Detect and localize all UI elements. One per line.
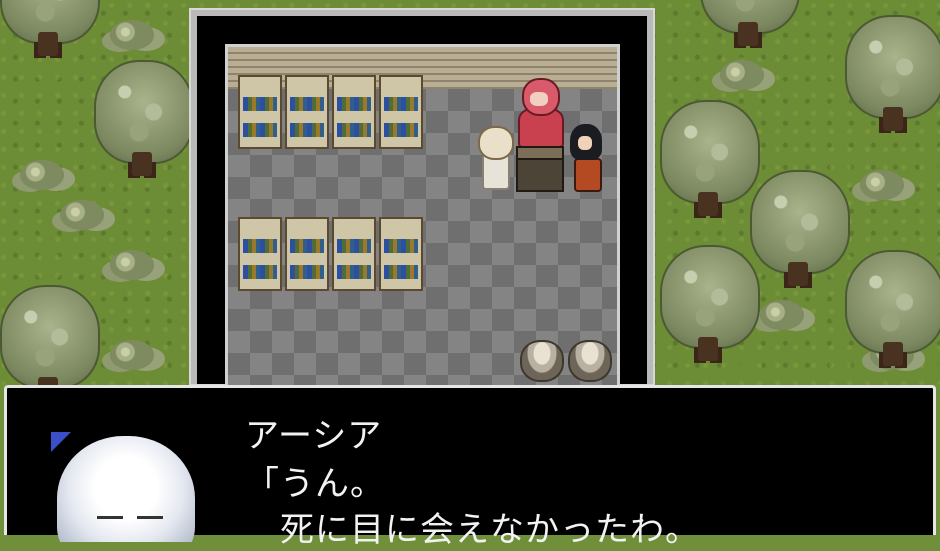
bush-icon [110,20,154,50]
bush-icon [110,340,154,370]
tree-icon [0,0,100,60]
dialog-line-1: 「うん。 [245,464,385,504]
bush-icon [110,250,154,280]
tree-icon [845,15,940,135]
bookshelf-icon [238,75,282,149]
bush-icon [760,300,804,330]
dialog-line-2: 死に目に会えなかったわ。 [245,510,700,550]
bookshelf-icon [379,75,423,149]
speaker-name: アーシア [245,416,383,456]
barrel-icon[interactable] [568,340,612,382]
bookshelf-icon [332,75,376,149]
bookshelf-icon [332,217,376,291]
bush-icon [20,160,64,190]
dialog-box[interactable]: アーシア 「うん。 死に目に会えなかったわ。 [4,385,936,550]
speaker-portrait [51,432,201,542]
dark-haired-npc[interactable] [566,124,606,192]
barrel-icon[interactable] [520,340,564,382]
tree-icon [750,170,850,290]
tree-icon [660,245,760,365]
bush-icon [720,60,764,90]
bookshelf-icon [379,217,423,291]
tree-icon [700,0,800,50]
ribbon-icon [51,432,71,452]
hooded-npc[interactable] [516,78,564,148]
podium-icon [516,146,564,192]
tree-icon [845,250,940,370]
bookshelf-icon [238,217,282,291]
tree-icon [660,100,760,220]
player-character [474,126,514,190]
bookshelf-icon [285,217,329,291]
bookshelf-icon [285,75,329,149]
bush-icon [60,200,104,230]
bush-icon [860,170,904,200]
tree-icon [94,60,194,180]
